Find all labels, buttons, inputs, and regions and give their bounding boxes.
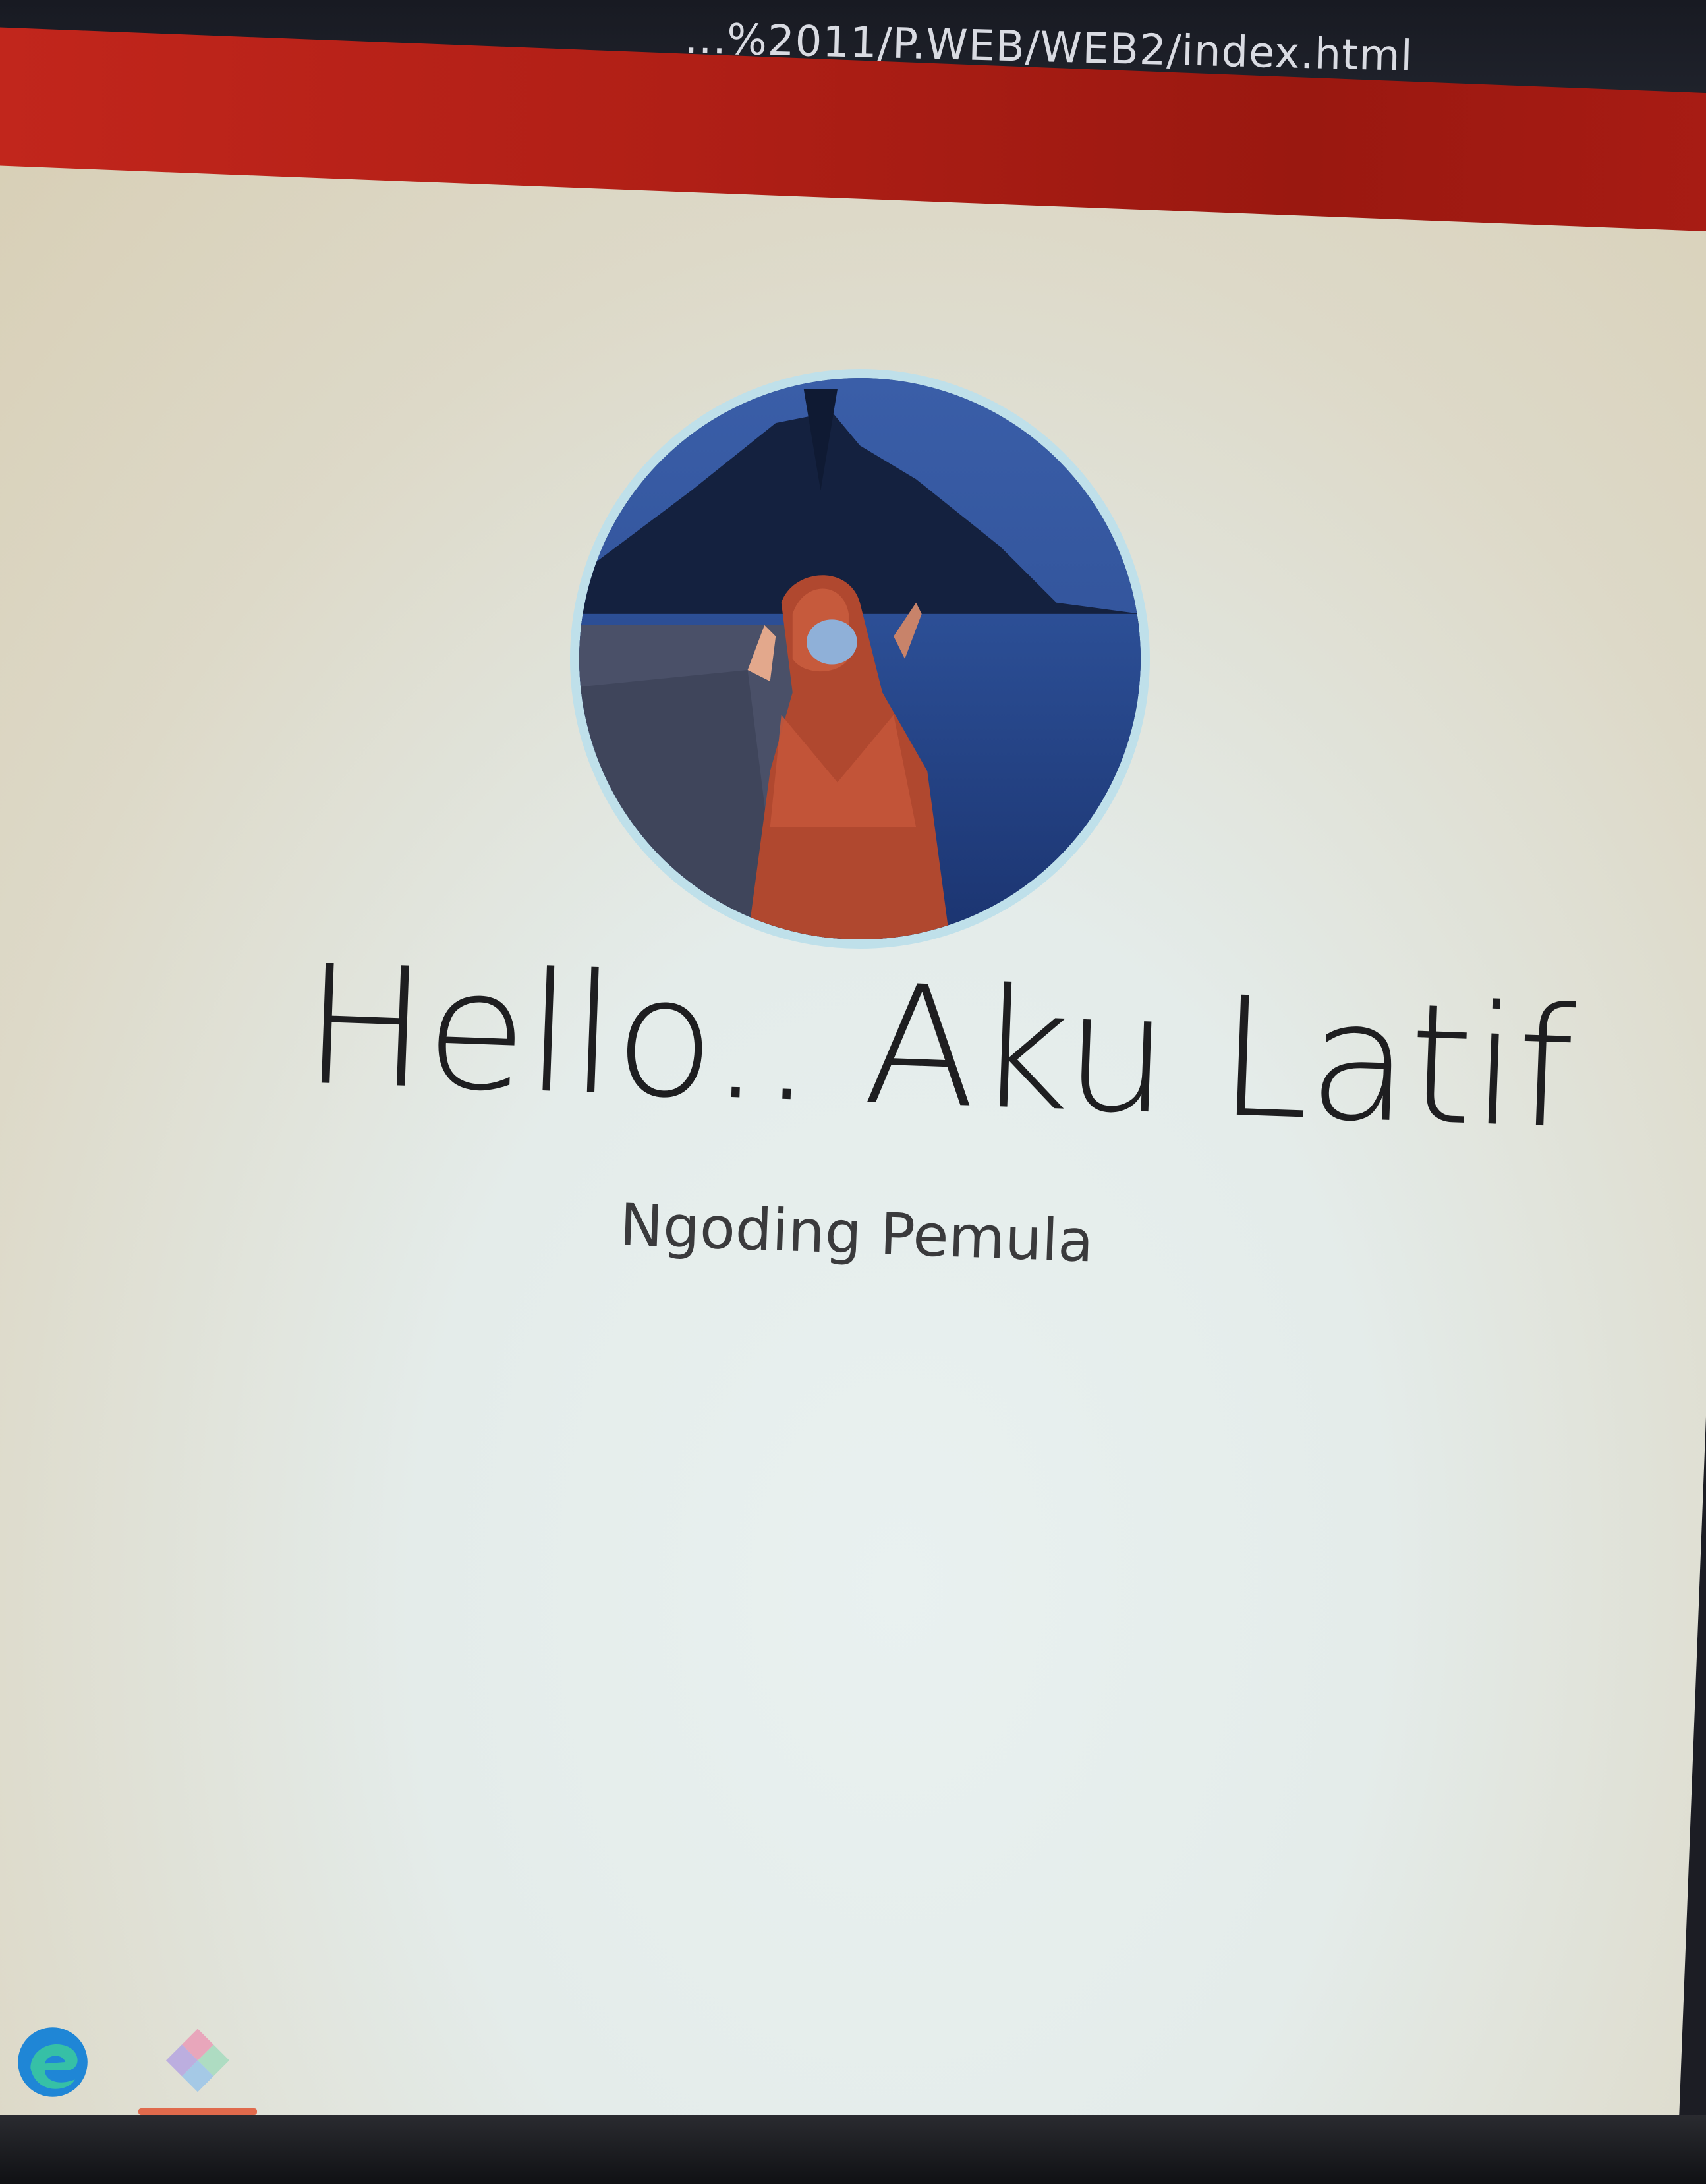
page-title: Hello.. Aku Latif bbox=[300, 929, 1577, 1165]
edge-browser-icon[interactable] bbox=[13, 2023, 92, 2102]
profile-avatar bbox=[570, 369, 1150, 949]
avatar-photo bbox=[579, 378, 1141, 939]
screen: ...%2011/P.WEB/WEB2/index.html Hello.. A… bbox=[0, 0, 1706, 2184]
page-subtitle: Ngoding Pemula bbox=[618, 1190, 1095, 1275]
taskbar bbox=[0, 2115, 1706, 2184]
taskbar-active-indicator bbox=[138, 2108, 257, 2115]
profile-section: Hello.. Aku Latif Ngoding Pemula bbox=[0, 0, 1706, 2108]
app-icon[interactable] bbox=[158, 2019, 237, 2098]
